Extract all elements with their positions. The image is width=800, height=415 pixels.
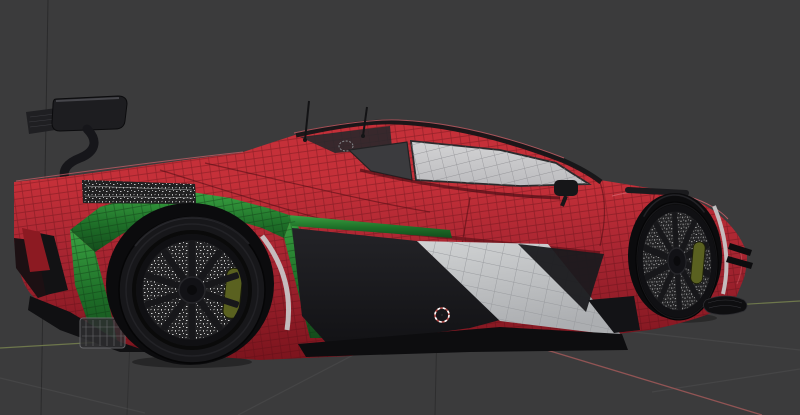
- wing-pylon: [64, 129, 94, 179]
- antenna-base: [361, 134, 365, 138]
- viewport-canvas[interactable]: [0, 0, 800, 415]
- side-mirror: [554, 180, 578, 196]
- wiper-cowl-slot: [628, 190, 686, 193]
- hub-cap: [187, 285, 197, 295]
- grid-line: [0, 378, 145, 413]
- rear-wheel[interactable]: [119, 217, 265, 363]
- viewport-3d[interactable]: [0, 0, 800, 415]
- car-object[interactable]: [14, 96, 753, 368]
- tail-light-mesh: [82, 180, 196, 204]
- antenna-base: [303, 138, 307, 142]
